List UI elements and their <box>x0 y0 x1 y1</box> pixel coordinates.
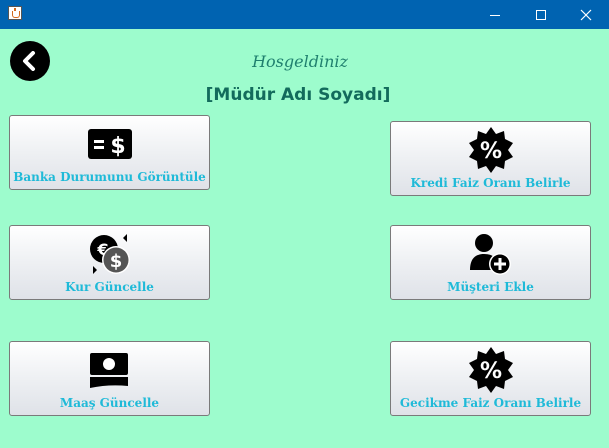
minimize-icon <box>490 14 500 16</box>
minimize-button[interactable] <box>472 0 518 29</box>
currency-exchange-icon: € $ <box>10 232 209 276</box>
add-customer-label: Müşteri Ekle <box>447 280 534 294</box>
loan-rate-button[interactable]: % Kredi Faiz Oranı Belirle <box>390 121 591 196</box>
money-bill-icon <box>10 348 209 392</box>
java-app-icon <box>8 6 22 20</box>
percent-badge-icon: % <box>391 347 590 393</box>
close-button[interactable] <box>563 0 609 29</box>
svg-text:$: $ <box>110 134 125 159</box>
app-window: Hosgeldiniz [Müdür Adı Soyadı] $ Banka D… <box>0 0 609 448</box>
bank-status-label: Banka Durumunu Görüntüle <box>13 170 206 184</box>
update-salary-label: Maaş Güncelle <box>59 396 160 410</box>
svg-text:%: % <box>479 139 501 164</box>
update-salary-button[interactable]: Maaş Güncelle <box>9 341 210 416</box>
maximize-button[interactable] <box>518 0 564 29</box>
money-bill-dollar-icon: $ <box>10 122 209 166</box>
main-panel: Hosgeldiniz [Müdür Adı Soyadı] $ Banka D… <box>0 29 609 448</box>
title-bar <box>0 0 609 29</box>
svg-text:$: $ <box>109 251 122 272</box>
close-icon <box>580 9 592 20</box>
late-rate-label: Gecikme Faiz Oranı Belirle <box>399 396 582 410</box>
manager-name-label: [Müdür Adı Soyadı] <box>205 85 391 105</box>
update-rate-label: Kur Güncelle <box>65 280 154 294</box>
user-plus-icon <box>391 232 590 276</box>
late-rate-button[interactable]: % Gecikme Faiz Oranı Belirle <box>390 341 591 416</box>
loan-rate-label: Kredi Faiz Oranı Belirle <box>410 176 571 190</box>
update-rate-button[interactable]: € $ Kur Güncelle <box>9 225 210 300</box>
chevron-left-icon <box>23 51 35 71</box>
maximize-icon <box>536 9 546 20</box>
add-customer-button[interactable]: Müşteri Ekle <box>390 225 591 300</box>
bank-status-button[interactable]: $ Banka Durumunu Görüntüle <box>9 115 210 190</box>
svg-text:%: % <box>479 359 501 384</box>
welcome-label: Hosgeldiniz <box>252 52 348 71</box>
percent-badge-icon: % <box>391 127 590 173</box>
back-button[interactable] <box>10 41 50 81</box>
